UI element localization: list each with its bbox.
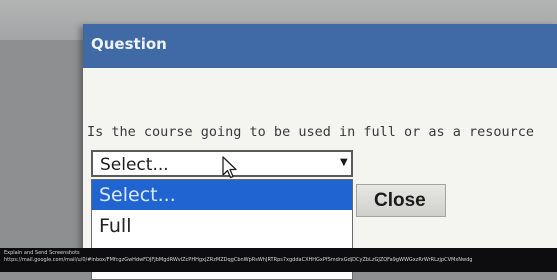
dialog-header: Question	[83, 24, 557, 68]
watermark-url: https://mail.google.com/mail/u/0/#inbox/…	[4, 257, 473, 263]
question-dialog: Question Is the course going to be used …	[83, 24, 557, 280]
select-current-value: Select...	[100, 155, 169, 175]
screenshot-watermark-bar: Explain and Send Screenshots https://mai…	[0, 248, 557, 272]
close-button-label: Close	[374, 190, 426, 211]
question-text: Is the course going to be used in full o…	[87, 124, 535, 140]
option-select[interactable]: Select...	[92, 180, 352, 210]
option-full[interactable]: Full	[92, 211, 352, 241]
dropdown-arrow-icon[interactable]: ▼	[340, 157, 348, 168]
mouse-cursor-icon	[222, 156, 237, 179]
close-button[interactable]: Close	[356, 184, 446, 217]
dialog-title: Question	[91, 35, 167, 53]
watermark-title: Explain and Send Screenshots	[4, 250, 80, 256]
